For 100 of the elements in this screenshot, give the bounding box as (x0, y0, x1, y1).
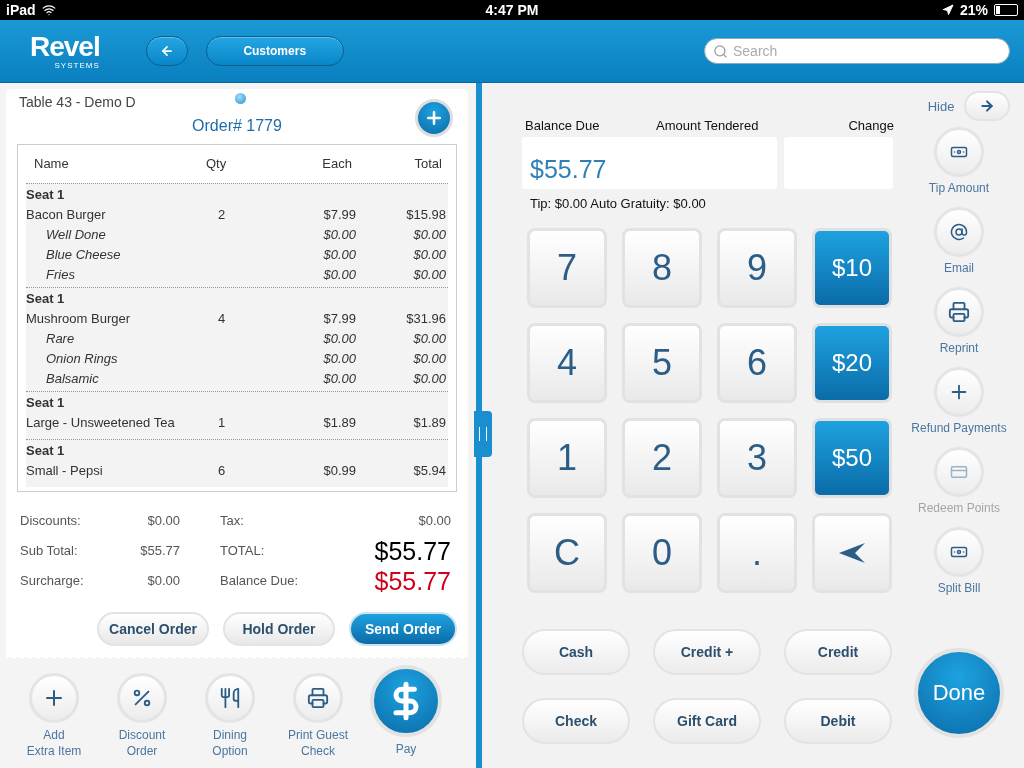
modifier-name: Balsamic (45, 370, 100, 388)
panel-handle[interactable] (474, 411, 492, 457)
action-button[interactable] (29, 673, 79, 723)
item-total: $1.89 (412, 414, 446, 432)
arrow-left-icon (159, 44, 174, 58)
tendered-label: Amount Tendered (656, 117, 760, 133)
hide-button[interactable] (964, 91, 1011, 121)
item-name[interactable]: Mushroom Burger (26, 309, 206, 329)
payment-method-button[interactable]: Cash (522, 629, 630, 675)
order-button[interactable]: Hold Order (223, 612, 335, 646)
modifier-total: $0.00 (412, 246, 446, 264)
modifier-price: $0.00 (322, 370, 356, 388)
plus-icon (424, 108, 444, 128)
order-number: Order# 1779 (191, 117, 283, 135)
keypad-key[interactable]: 1 (527, 418, 607, 498)
item-price: $1.89 (322, 414, 356, 432)
item-total: $31.96 (405, 310, 446, 328)
action-label: Pay (395, 741, 417, 757)
summary-value: $0.00 (417, 512, 451, 530)
modifier-total: $0.00 (412, 266, 446, 284)
order-button[interactable]: Cancel Order (97, 612, 209, 646)
printer-icon (948, 301, 970, 323)
item-name[interactable]: Small - Pepsi (26, 461, 206, 481)
action-label: Print Guest Check (288, 727, 348, 759)
back-button[interactable] (145, 36, 188, 66)
summary-value: $55.77 (139, 542, 180, 560)
payment-method-button[interactable]: Credit (784, 629, 892, 675)
side-action-button[interactable] (934, 207, 984, 257)
search-field[interactable]: Search (704, 38, 1010, 64)
item-price: $7.99 (322, 206, 356, 224)
action-button[interactable] (205, 673, 255, 723)
wifi-icon (41, 3, 56, 17)
side-action-button[interactable] (934, 287, 984, 337)
payment-method-button[interactable]: Debit (784, 698, 892, 744)
modifier-total: $0.00 (412, 370, 446, 388)
seat-label: Seat 1 (26, 290, 66, 308)
backspace-key[interactable] (812, 513, 892, 593)
keypad-key[interactable]: 2 (622, 418, 702, 498)
battery-icon (994, 4, 1018, 16)
amount-field[interactable]: $55.77 (522, 137, 777, 189)
column-header: Total (413, 155, 443, 173)
payment-method-button[interactable]: Check (522, 698, 630, 744)
item-name[interactable]: Large - Unsweetened Tea (26, 413, 206, 433)
done-button[interactable]: Done (914, 648, 1004, 738)
side-action-button[interactable] (934, 367, 984, 417)
modifier-price: $0.00 (322, 246, 356, 264)
order-button[interactable]: Send Order (349, 612, 457, 646)
modifier-name: Well Done (45, 226, 107, 244)
summary-label: Tax: (220, 512, 245, 530)
action-button[interactable] (117, 673, 167, 723)
keypad-key[interactable]: 6 (717, 323, 797, 403)
device-name: iPad (6, 2, 36, 18)
modifier-total: $0.00 (412, 350, 446, 368)
modifier-price: $0.00 (322, 266, 356, 284)
side-action-button[interactable] (934, 127, 984, 177)
item-qty: 1 (217, 414, 227, 432)
keypad-key[interactable]: 7 (527, 228, 607, 308)
keypad-key[interactable]: 8 (622, 228, 702, 308)
side-action-button[interactable] (934, 527, 984, 577)
modifier-total: $0.00 (412, 330, 446, 348)
side-action-label: Refund Payments (911, 421, 1007, 435)
modifier-total: $0.00 (412, 226, 446, 244)
modifier-price: $0.00 (322, 350, 356, 368)
summary-label: Balance Due: (220, 572, 300, 590)
side-action-label: Split Bill (937, 581, 981, 595)
summary-label: TOTAL: (220, 542, 266, 560)
add-button[interactable] (415, 99, 453, 137)
customers-button[interactable]: Customers (205, 36, 344, 66)
seat-label: Seat 1 (26, 442, 66, 460)
keypad-key[interactable]: 0 (622, 513, 702, 593)
action-label: Add Extra Item (26, 727, 82, 759)
column-header: Each (321, 155, 353, 173)
quick-amount-key[interactable]: $10 (812, 228, 892, 308)
balance-due-amount: $55.77 (374, 566, 451, 596)
item-name[interactable]: Bacon Burger (26, 205, 206, 225)
action-button[interactable] (293, 673, 343, 723)
keypad-key[interactable]: C (527, 513, 607, 593)
modifier-name: Blue Cheese (45, 246, 122, 264)
item-price: $0.99 (322, 462, 356, 480)
at-sign-icon (950, 223, 968, 241)
column-header: Qty (206, 155, 228, 173)
keypad-key[interactable]: 9 (717, 228, 797, 308)
side-action-label: Tip Amount (928, 181, 990, 195)
keypad-key[interactable]: . (717, 513, 797, 593)
modifier-price: $0.00 (322, 330, 356, 348)
card-icon (950, 463, 968, 481)
quick-amount-key[interactable]: $20 (812, 323, 892, 403)
side-action-label: Email (944, 261, 974, 275)
location-icon (941, 4, 954, 16)
keypad-key[interactable]: 4 (527, 323, 607, 403)
side-action-label: Redeem Points (917, 501, 1000, 515)
utensils-icon (219, 687, 241, 709)
quick-amount-key[interactable]: $50 (812, 418, 892, 498)
payment-method-button[interactable]: Gift Card (653, 698, 761, 744)
keypad-key[interactable]: 5 (622, 323, 702, 403)
keypad-key[interactable]: 3 (717, 418, 797, 498)
change-label: Change (847, 117, 894, 133)
payment-method-button[interactable]: Credit + (653, 629, 761, 675)
item-total: $15.98 (405, 206, 446, 224)
hide-label: Hide (927, 98, 955, 114)
